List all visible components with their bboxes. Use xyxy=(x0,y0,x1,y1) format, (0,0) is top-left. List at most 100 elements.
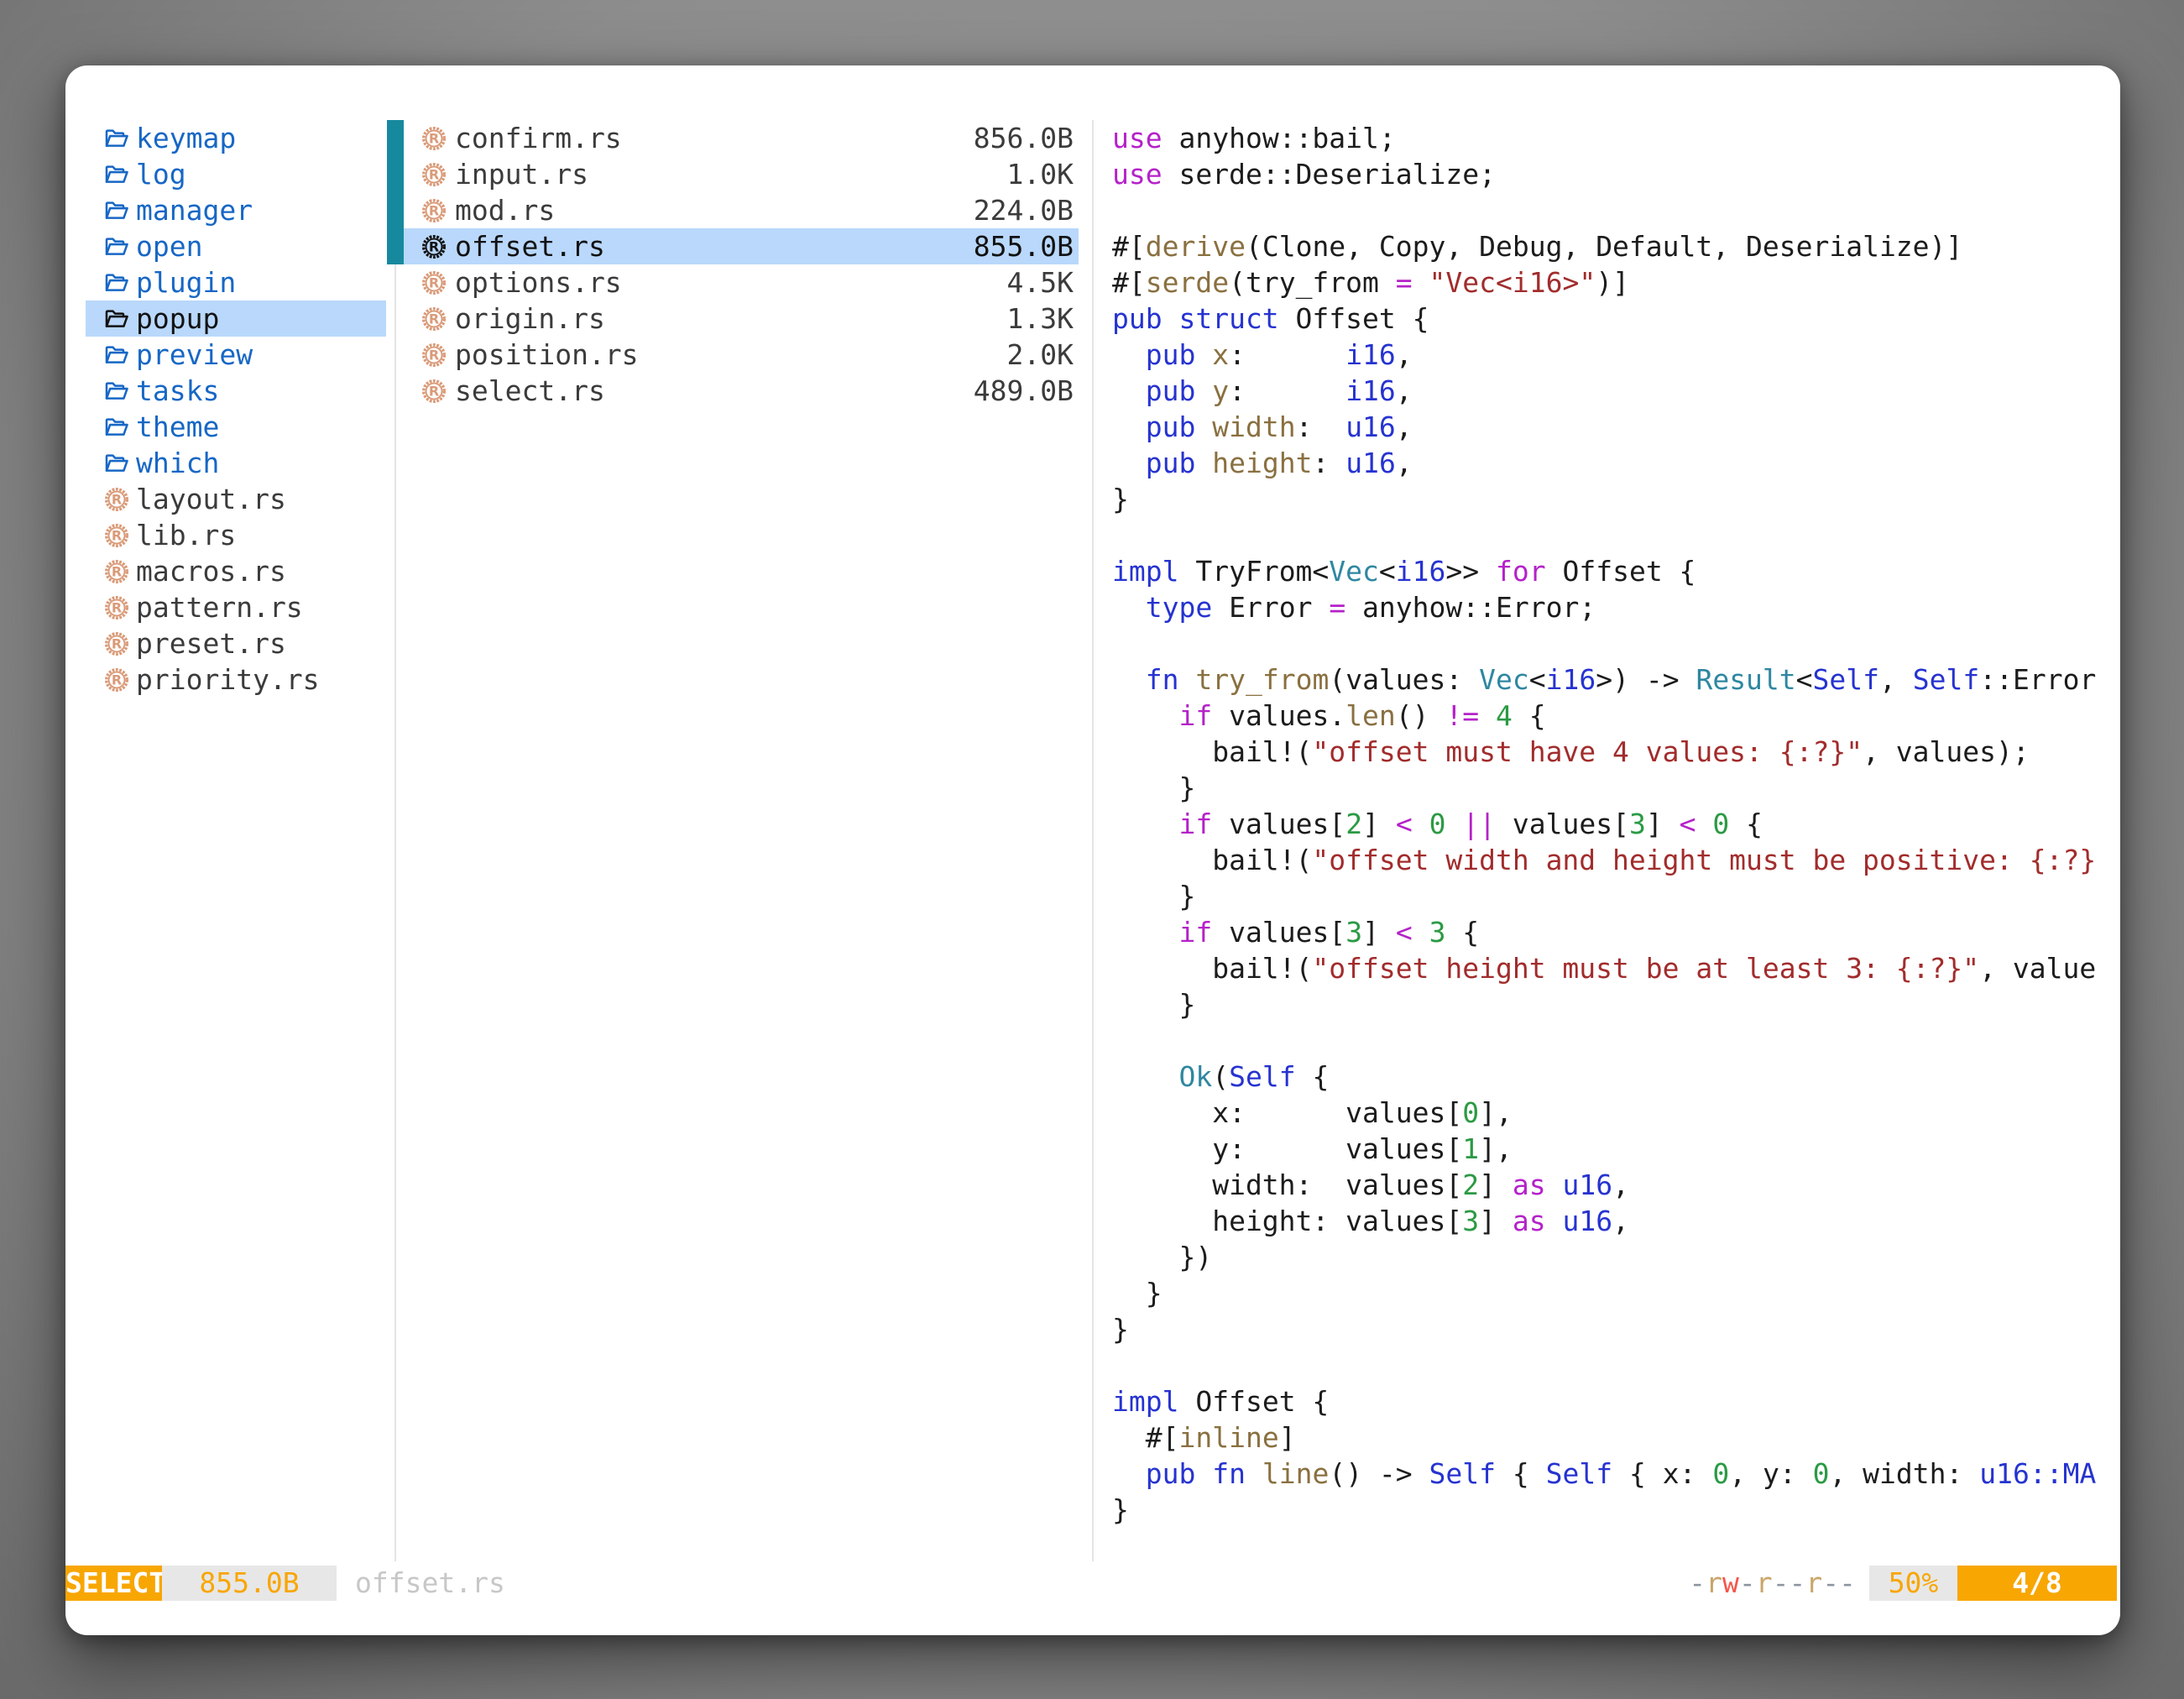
code-line xyxy=(1112,1022,2120,1059)
item-label: priority.rs xyxy=(136,663,320,696)
code-line: bail!("offset width and height must be p… xyxy=(1112,842,2120,878)
cursor-position-badge: 4/8 xyxy=(1957,1566,2117,1601)
file-row-input-rs[interactable]: Rinput.rs1.0K xyxy=(404,156,1079,192)
sidebar-item-pattern-rs[interactable]: Rpattern.rs xyxy=(86,589,386,625)
file-row-position-rs[interactable]: Rposition.rs 2.0K xyxy=(404,337,1079,373)
svg-text:R: R xyxy=(429,311,439,327)
sidebar-item-keymap[interactable]: keymap xyxy=(86,120,386,156)
item-label: pattern.rs xyxy=(136,591,303,624)
rust-file-icon: R xyxy=(420,341,448,369)
sidebar-item-plugin[interactable]: plugin xyxy=(86,264,386,301)
file-name: position.rs xyxy=(455,338,639,371)
svg-text:R: R xyxy=(112,527,122,543)
folder-open-icon xyxy=(102,124,131,153)
item-label: layout.rs xyxy=(136,483,286,515)
sidebar-item-manager[interactable]: manager xyxy=(86,192,386,228)
code-line: pub struct Offset { xyxy=(1112,301,2120,337)
code-line: bail!("offset must have 4 values: {:?}",… xyxy=(1112,734,2120,770)
svg-text:R: R xyxy=(112,563,122,579)
rust-file-icon: R xyxy=(420,305,448,333)
code-line: #[serde(try_from = "Vec<i16>")] xyxy=(1112,264,2120,301)
item-label: theme xyxy=(136,410,219,443)
file-name: mod.rs xyxy=(455,194,555,227)
file-name: offset.rs xyxy=(455,230,605,263)
middle-pane-scrollbar[interactable] xyxy=(387,120,404,264)
code-line: height: values[3] as u16, xyxy=(1112,1203,2120,1239)
sidebar-item-popup[interactable]: popup xyxy=(86,301,386,337)
rust-file-icon: R xyxy=(102,666,131,694)
file-name: origin.rs xyxy=(455,302,605,335)
sidebar-item-which[interactable]: which xyxy=(86,445,386,481)
file-size: 224.0B xyxy=(974,194,1074,227)
file-size: 2.0K xyxy=(1007,338,1074,371)
code-line: #[inline] xyxy=(1112,1419,2120,1456)
code-line: pub fn line() -> Self { Self { x: 0, y: … xyxy=(1112,1456,2120,1492)
sidebar-item-macros-rs[interactable]: Rmacros.rs xyxy=(86,553,386,589)
sidebar-item-preview[interactable]: preview xyxy=(86,337,386,373)
file-row-origin-rs[interactable]: Rorigin.rs 1.3K xyxy=(404,301,1079,337)
code-line xyxy=(1112,1347,2120,1383)
sidebar-item-log[interactable]: log xyxy=(86,156,386,192)
file-size: 4.5K xyxy=(1007,266,1074,299)
rust-file-icon: R xyxy=(102,521,131,550)
code-line xyxy=(1112,517,2120,553)
code-line: } xyxy=(1112,1275,2120,1311)
file-row-options-rs[interactable]: Roptions.rs4.5K xyxy=(404,264,1079,301)
folder-open-icon xyxy=(102,305,131,333)
code-line: type Error = anyhow::Error; xyxy=(1112,589,2120,625)
svg-text:R: R xyxy=(429,383,439,399)
code-line: width: values[2] as u16, xyxy=(1112,1167,2120,1203)
code-line: } xyxy=(1112,986,2120,1022)
rust-file-icon: R xyxy=(420,160,448,189)
file-size: 1.3K xyxy=(1007,302,1074,335)
code-line: y: values[1], xyxy=(1112,1131,2120,1167)
svg-text:R: R xyxy=(429,274,439,290)
rust-file-icon: R xyxy=(420,269,448,297)
folder-open-icon xyxy=(102,449,131,478)
rust-file-icon: R xyxy=(102,630,131,658)
item-label: popup xyxy=(136,302,219,335)
file-row-confirm-rs[interactable]: Rconfirm.rs856.0B xyxy=(404,120,1079,156)
code-line: impl TryFrom<Vec<i16>> for Offset { xyxy=(1112,553,2120,589)
status-filename: offset.rs xyxy=(355,1566,505,1601)
item-label: open xyxy=(136,230,202,263)
code-line: bail!("offset height must be at least 3:… xyxy=(1112,950,2120,986)
item-label: preview xyxy=(136,338,253,371)
file-permissions: -rw-r--r-- xyxy=(1689,1566,1856,1601)
code-line: }) xyxy=(1112,1239,2120,1275)
svg-text:R: R xyxy=(429,202,439,218)
code-line: use anyhow::bail; xyxy=(1112,120,2120,156)
code-line: } xyxy=(1112,770,2120,806)
code-line: use serde::Deserialize; xyxy=(1112,156,2120,192)
folder-open-icon xyxy=(102,341,131,369)
svg-text:R: R xyxy=(112,491,122,507)
svg-text:R: R xyxy=(429,130,439,146)
sidebar-item-preset-rs[interactable]: Rpreset.rs xyxy=(86,625,386,661)
current-directory-pane: Rconfirm.rs856.0BRinput.rs1.0KRmod.rs224… xyxy=(394,120,1092,409)
sidebar-item-theme[interactable]: theme xyxy=(86,409,386,445)
file-row-select-rs[interactable]: Rselect.rs489.0B xyxy=(404,373,1079,409)
file-row-offset-rs[interactable]: Roffset.rs855.0B xyxy=(404,228,1079,264)
item-label: manager xyxy=(136,194,253,227)
parent-directory-pane: keymaplogmanageropenpluginpopuppreviewta… xyxy=(65,120,394,698)
file-row-mod-rs[interactable]: Rmod.rs 224.0B xyxy=(404,192,1079,228)
item-label: keymap xyxy=(136,122,236,154)
svg-text:R: R xyxy=(112,672,122,687)
code-line: } xyxy=(1112,1311,2120,1347)
code-line: pub height: u16, xyxy=(1112,445,2120,481)
folder-open-icon xyxy=(102,377,131,405)
code-line: if values[2] < 0 || values[3] < 0 { xyxy=(1112,806,2120,842)
sidebar-item-lib-rs[interactable]: Rlib.rs xyxy=(86,517,386,553)
folder-open-icon xyxy=(102,269,131,297)
code-line: pub width: u16, xyxy=(1112,409,2120,445)
sidebar-item-open[interactable]: open xyxy=(86,228,386,264)
code-line xyxy=(1112,625,2120,661)
sidebar-item-layout-rs[interactable]: Rlayout.rs xyxy=(86,481,386,517)
sidebar-item-tasks[interactable]: tasks xyxy=(86,373,386,409)
pane-separator-right xyxy=(1092,120,1094,1561)
svg-text:R: R xyxy=(429,347,439,363)
code-line: impl Offset { xyxy=(1112,1383,2120,1419)
sidebar-item-priority-rs[interactable]: Rpriority.rs xyxy=(86,661,386,698)
folder-open-icon xyxy=(102,413,131,442)
rust-file-icon: R xyxy=(420,377,448,405)
